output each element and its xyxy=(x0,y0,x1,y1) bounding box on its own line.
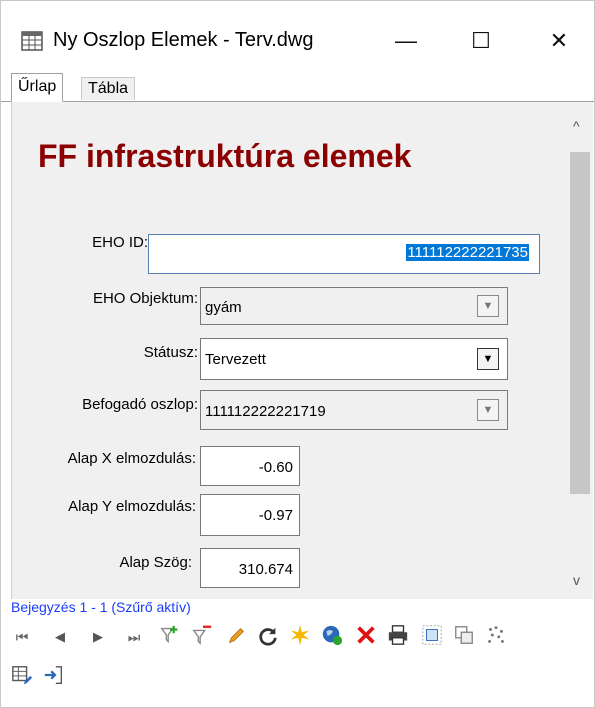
table-icon xyxy=(21,31,43,51)
vertical-scrollbar[interactable]: ^ v xyxy=(567,102,593,599)
alap-y-value: -0.97 xyxy=(258,507,293,524)
alap-szog-field[interactable]: 310.674 xyxy=(200,548,300,588)
import-icon[interactable] xyxy=(43,663,65,687)
scrollbar-thumb[interactable] xyxy=(570,152,590,494)
tab-urlap[interactable]: Űrlap xyxy=(11,73,64,102)
last-record-icon[interactable]: ⏭ xyxy=(123,625,145,649)
eho-objektum-label: EHO Objektum: xyxy=(92,290,198,307)
chevron-down-icon[interactable]: ▼ xyxy=(477,348,499,370)
minimize-button[interactable]: — xyxy=(386,21,426,61)
befogado-oszlop-label: Befogadó oszlop: xyxy=(82,396,198,413)
minimize-icon: — xyxy=(395,28,417,53)
record-toolbar: ⏮ ◀ ▶ ⏭ xyxy=(11,621,591,701)
delete-icon[interactable] xyxy=(355,623,377,647)
statusz-label: Státusz: xyxy=(143,344,198,361)
print-icon[interactable] xyxy=(387,623,409,647)
alap-x-label: Alap X elmozdulás: xyxy=(67,450,196,467)
alap-y-field[interactable]: -0.97 xyxy=(200,494,300,536)
chevron-down-icon[interactable]: ▼ xyxy=(477,399,499,421)
alap-y-label: Alap Y elmozdulás: xyxy=(68,498,196,515)
alap-x-value: -0.60 xyxy=(258,459,293,476)
tab-tabla[interactable]: Tábla xyxy=(81,77,136,100)
eho-id-label: EHO ID: xyxy=(92,234,148,251)
title-bar: Ny Oszlop Elemek - Terv.dwg — ☐ ✕ xyxy=(1,1,594,71)
alap-szog-value: 310.674 xyxy=(238,561,293,578)
first-record-icon[interactable]: ⏮ xyxy=(11,625,33,649)
eho-id-field[interactable]: 111112222221735 xyxy=(148,234,540,274)
status-text: Bejegyzés 1 - 1 (Szűrő aktív) xyxy=(11,599,191,615)
next-record-icon[interactable]: ▶ xyxy=(87,625,109,649)
chevron-down-icon[interactable]: ▼ xyxy=(477,295,499,317)
statusz-select[interactable]: Tervezett ▼ xyxy=(200,338,508,380)
copy-icon[interactable] xyxy=(453,623,475,647)
refresh-icon[interactable] xyxy=(257,624,279,648)
zoom-to-feature-icon[interactable] xyxy=(421,623,443,647)
edit-pencil-icon[interactable] xyxy=(225,624,247,648)
befogado-oszlop-value: 111112222221719 xyxy=(205,403,326,420)
statusz-value: Tervezett xyxy=(205,351,266,368)
scatter-tool-icon[interactable] xyxy=(485,623,507,647)
new-record-icon[interactable] xyxy=(289,623,311,647)
page-title: FF infrastruktúra elemek xyxy=(38,138,412,174)
form-panel: FF infrastruktúra elemek EHO ID: 1111122… xyxy=(11,102,568,599)
app-window: Ny Oszlop Elemek - Terv.dwg — ☐ ✕ Űrlap … xyxy=(0,0,595,708)
close-button[interactable]: ✕ xyxy=(539,21,579,61)
befogado-oszlop-select[interactable]: 111112222221719 ▼ xyxy=(200,390,508,430)
tab-strip: Űrlap Tábla xyxy=(1,73,594,102)
scroll-up-icon[interactable]: ^ xyxy=(573,118,580,134)
alap-x-field[interactable]: -0.60 xyxy=(200,446,300,486)
table-edit-icon[interactable] xyxy=(11,663,33,687)
eho-id-value: 111112222221735 xyxy=(406,244,529,261)
scroll-down-icon[interactable]: v xyxy=(573,572,580,588)
maximize-icon: ☐ xyxy=(471,28,491,53)
window-title: Ny Oszlop Elemek - Terv.dwg xyxy=(53,29,314,51)
globe-refresh-icon[interactable] xyxy=(321,623,343,647)
remove-filter-icon[interactable] xyxy=(191,623,213,647)
maximize-button[interactable]: ☐ xyxy=(461,21,501,61)
eho-objektum-select[interactable]: gyám ▼ xyxy=(200,287,508,325)
eho-objektum-value: gyám xyxy=(205,299,242,316)
add-filter-icon[interactable] xyxy=(159,623,181,647)
close-icon: ✕ xyxy=(549,28,569,53)
alap-szog-label: Alap Szög: xyxy=(119,554,192,571)
prev-record-icon[interactable]: ◀ xyxy=(49,625,71,649)
